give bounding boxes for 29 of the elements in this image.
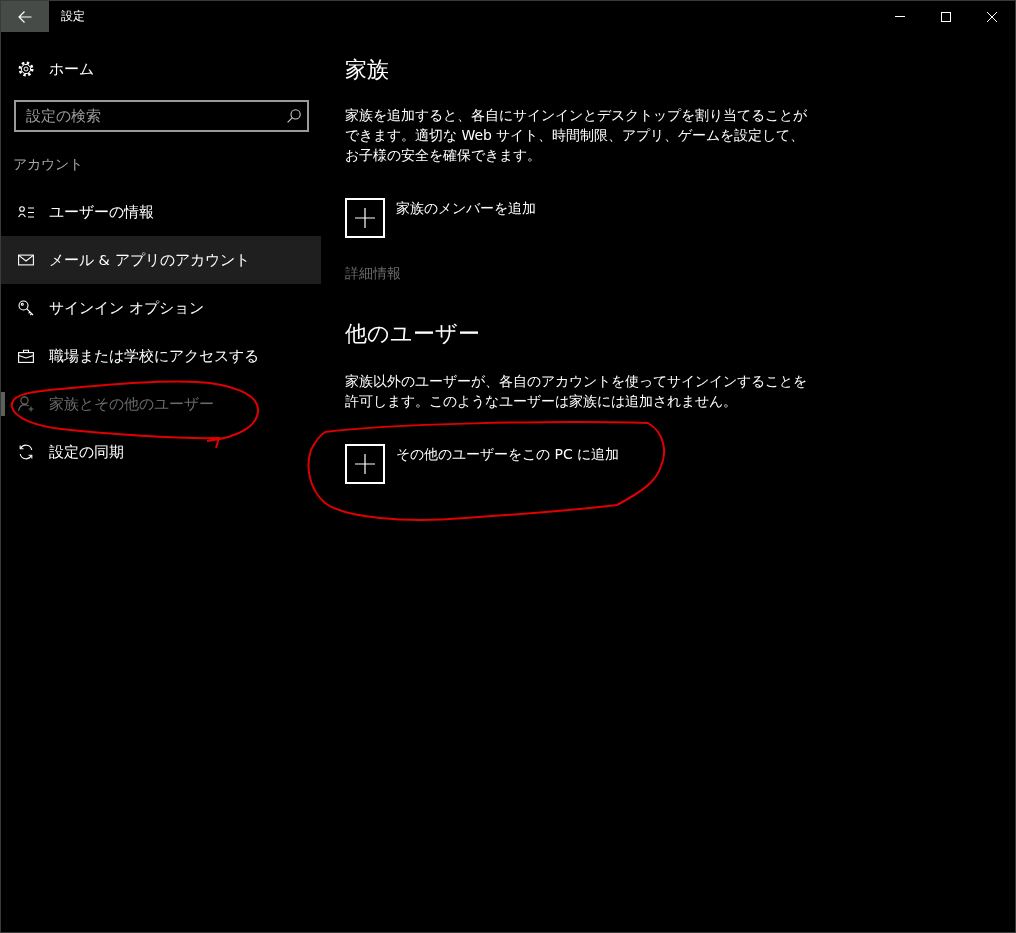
section-label: アカウント <box>13 155 83 174</box>
back-arrow-icon <box>18 9 32 24</box>
nav-item[interactable]: サインイン オプション <box>1 284 321 332</box>
section-description: 家族を追加すると、各自にサインインとデスクトップを割り当てることができます。適切な Web サイト、時間制限、アプリ、ゲームを設定して、お子様の安全を確保できます。 <box>345 106 807 165</box>
person-list-icon <box>18 204 34 220</box>
nav-item[interactable]: メール & アプリのアカウント <box>1 236 321 284</box>
search-field[interactable]: 設定の検索 <box>14 100 309 132</box>
person-add-icon <box>18 396 34 412</box>
back-button[interactable] <box>1 1 49 32</box>
nav-item[interactable]: ユーザーの情報 <box>1 188 321 236</box>
section-heading: 家族 <box>345 56 389 84</box>
key-icon <box>18 300 34 316</box>
section-description: 家族以外のユーザーが、各自のアカウントを使ってサインインすることを許可します。このようなユーザーは家族には追加されません。 <box>345 372 807 411</box>
minimize-icon <box>895 16 905 17</box>
sync-icon <box>18 444 34 460</box>
nav-item[interactable]: 設定の同期 <box>1 428 321 476</box>
plus-icon <box>345 198 385 238</box>
maximize-icon <box>941 11 951 22</box>
close-icon <box>987 11 997 22</box>
window-title: 設定 <box>61 8 86 25</box>
plus-icon <box>345 444 385 484</box>
section-heading: 他のユーザー <box>345 320 480 348</box>
nav-item[interactable]: 職場または学校にアクセスする <box>1 332 321 380</box>
gear-icon <box>18 61 34 77</box>
envelope-icon <box>18 252 34 268</box>
add-button[interactable]: 家族のメンバーを追加 <box>345 198 536 238</box>
home-link[interactable]: ホーム <box>1 49 104 89</box>
search-icon <box>287 109 301 123</box>
briefcase-icon <box>18 348 34 364</box>
